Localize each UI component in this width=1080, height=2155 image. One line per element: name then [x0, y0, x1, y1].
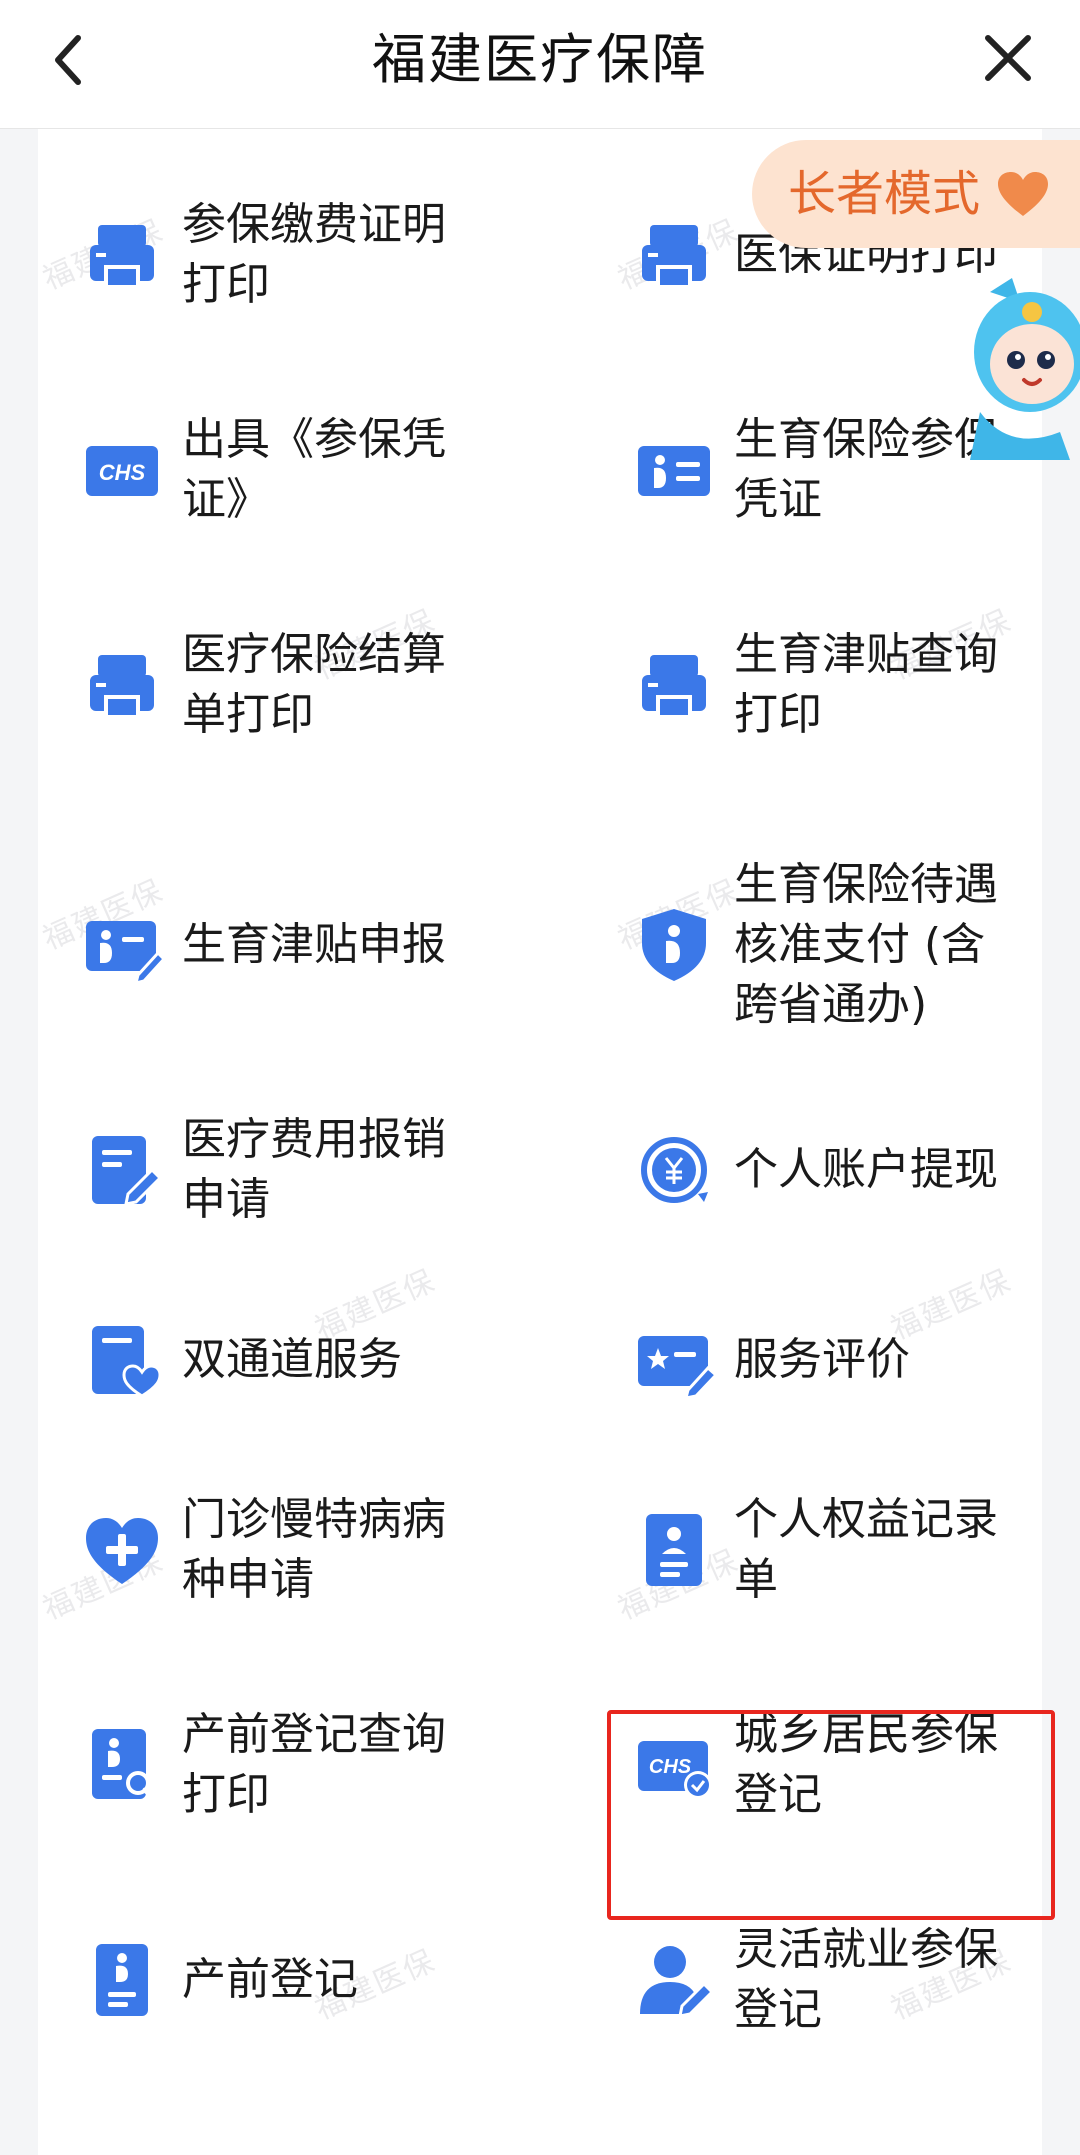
highlight-box — [607, 1710, 1055, 1920]
document-edit-icon — [82, 1130, 162, 1210]
service-label: 个人账户提现 — [734, 1144, 998, 1195]
service-label: 参保缴费证明打印 — [182, 199, 446, 310]
person-document-icon — [634, 1510, 714, 1590]
chs-card-icon: CHS — [82, 430, 162, 510]
top-bar: 福建医疗保障 — [0, 0, 1080, 129]
yuan-refresh-icon — [634, 1130, 714, 1210]
close-icon[interactable] — [976, 26, 1040, 90]
elder-mode-label: 长者模式 — [788, 166, 981, 222]
service-item[interactable]: 门诊慢特病病种申请 — [82, 1455, 482, 1645]
service-item[interactable]: CHS 出具《参保凭证》 — [82, 375, 482, 565]
document-heart-icon — [82, 1320, 162, 1400]
service-label: 出具《参保凭证》 — [182, 414, 446, 525]
service-label: 双通道服务 — [182, 1334, 402, 1385]
service-item[interactable]: 产前登记查询打印 — [82, 1670, 482, 1860]
service-label: 产前登记 — [182, 1954, 358, 2005]
service-label: 灵活就业参保登记 — [734, 1924, 998, 2035]
heart-plus-icon — [82, 1510, 162, 1590]
service-label: 医疗保险结算单打印 — [182, 629, 446, 740]
printer-icon — [634, 215, 714, 295]
service-label: 个人权益记录单 — [734, 1494, 998, 1605]
elder-mode-button[interactable]: 长者模式 — [752, 140, 1080, 248]
pregnancy-document-icon — [82, 1940, 162, 2020]
svg-text:CHS: CHS — [99, 460, 146, 485]
service-item[interactable]: 生育津贴查询打印 — [634, 590, 1034, 780]
service-item[interactable]: 医疗保险结算单打印 — [82, 590, 482, 780]
pregnancy-card-icon — [634, 430, 714, 510]
service-item[interactable]: 服务评价 — [634, 1265, 1034, 1455]
service-item[interactable]: 个人账户提现 — [634, 1075, 1034, 1265]
service-label: 生育津贴查询打印 — [734, 629, 998, 740]
service-item[interactable]: 生育津贴申报 — [82, 830, 482, 1060]
pregnancy-search-icon — [82, 1725, 162, 1805]
service-label: 产前登记查询打印 — [182, 1709, 446, 1820]
printer-icon — [634, 645, 714, 725]
service-item[interactable]: 双通道服务 — [82, 1265, 482, 1455]
service-item[interactable]: 生育保险待遇核准支付 (含跨省通办) — [634, 830, 1034, 1060]
person-edit-icon — [634, 1940, 714, 2020]
service-item[interactable]: 产前登记 — [82, 1885, 482, 2075]
pregnancy-edit-card-icon — [82, 905, 162, 985]
printer-icon — [82, 645, 162, 725]
service-item[interactable]: 个人权益记录单 — [634, 1455, 1034, 1645]
service-label: 生育津贴申报 — [182, 919, 446, 970]
mascot-icon[interactable] — [950, 272, 1080, 460]
service-label: 医疗费用报销申请 — [182, 1114, 446, 1225]
star-edit-card-icon — [634, 1320, 714, 1400]
service-item[interactable]: 医疗费用报销申请 — [82, 1075, 482, 1265]
service-label: 门诊慢特病病种申请 — [182, 1494, 446, 1605]
service-item[interactable]: 参保缴费证明打印 — [82, 160, 482, 350]
service-label: 服务评价 — [734, 1334, 910, 1385]
page-title: 福建医疗保障 — [372, 28, 708, 91]
pregnancy-shield-icon — [634, 905, 714, 985]
service-label: 生育保险待遇核准支付 (含跨省通办) — [734, 859, 998, 1030]
heart-icon — [996, 170, 1050, 220]
printer-icon — [82, 215, 162, 295]
